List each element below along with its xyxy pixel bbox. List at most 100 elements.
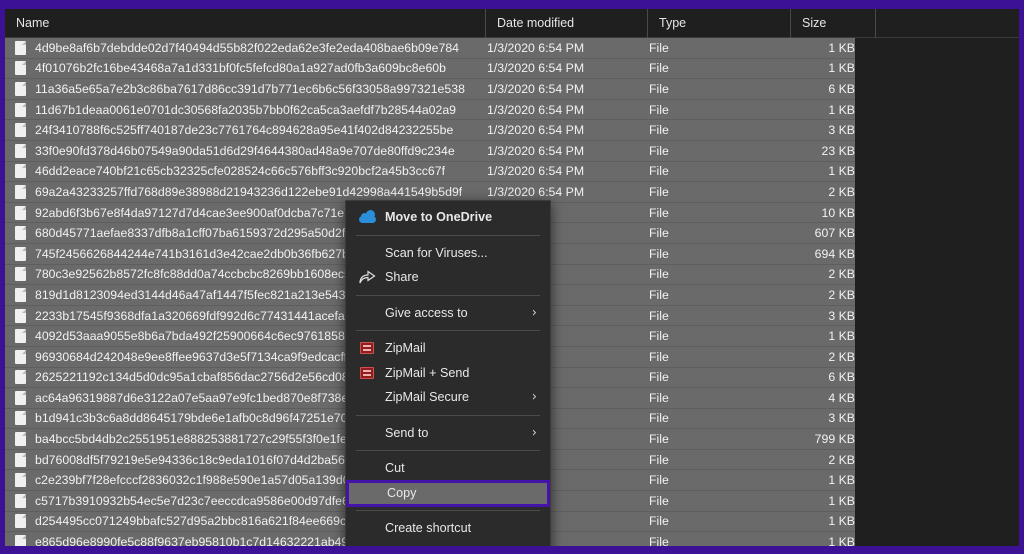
menu-separator (356, 450, 540, 451)
table-row[interactable]: 46dd2eace740bf21c65cb32325cfe028524c66c5… (5, 161, 855, 183)
context-menu[interactable]: Move to OneDrive Scan for Viruses... Share… (345, 200, 551, 546)
menu-item-zipmail[interactable]: ZipMail (346, 336, 550, 361)
menu-item-label: ZipMail (385, 341, 426, 356)
column-header-size-label: Size (802, 16, 827, 30)
cell-date-modified: 1/3/2020 6:54 PM (487, 143, 585, 158)
cell-type: File (649, 390, 669, 405)
file-name-label: bd76008df5f79219e5e94336c18c9eda1016f07d… (35, 452, 366, 467)
top-marker-icon: ˇˇ (248, 0, 264, 3)
cell-type: File (649, 308, 669, 323)
cell-size: 4 KB (828, 390, 855, 405)
screen-capture: Name Date modified Type Size 4d9be8af6b7… (0, 0, 1024, 554)
file-name-label: ac64a96319887d6e3122a07e5aa97e9fc1bed870… (35, 390, 369, 405)
cell-size: 1 KB (828, 514, 855, 529)
file-icon (15, 370, 26, 385)
file-name-label: 4092d53aaa9055e8b6a7bda492f25900664c6ec9… (35, 329, 366, 344)
file-name-label: 680d45771aefae8337dfb8a1cff07ba6159372d2… (35, 226, 359, 241)
menu-item-label: Move to OneDrive (385, 210, 493, 225)
file-icon (15, 493, 26, 508)
menu-item-scan-for-viruses[interactable]: Scan for Viruses... (346, 241, 550, 266)
cell-type: File (649, 226, 669, 241)
cell-name: 11d67b1deaa0061e0701dc30568fa2035b7bb0f6… (5, 102, 486, 117)
cell-type: File (649, 184, 669, 199)
table-row[interactable]: 24f3410788f6c525ff740187de23c7761764c894… (5, 120, 855, 141)
cell-name: 69a2a43233257ffd768d89e38988d21943236d12… (5, 184, 486, 199)
table-row[interactable]: 11a36a5e65a7e2b3c86ba7617d86cc391d7b771e… (5, 79, 855, 100)
cell-type: File (649, 246, 669, 261)
cell-name: 46dd2eace740bf21c65cb32325cfe028524c66c5… (5, 164, 486, 179)
file-icon (15, 411, 26, 426)
column-header-date-label: Date modified (497, 16, 575, 30)
menu-item-give-access-to[interactable]: Give access to › (346, 301, 550, 326)
cell-type: File (649, 267, 669, 282)
menu-item-copy[interactable]: Copy (346, 479, 550, 507)
cell-size: 799 KB (814, 432, 855, 447)
file-icon (15, 267, 26, 282)
menu-item-send-to[interactable]: Send to › (346, 421, 550, 446)
cell-size: 23 KB (821, 143, 856, 158)
cell-name: 11a36a5e65a7e2b3c86ba7617d86cc391d7b771e… (5, 81, 486, 96)
file-name-label: c5717b3910932b54ec5e7d23c7eeccdca9586e00… (35, 493, 370, 508)
table-row[interactable]: 33f0e90fd378d46b07549a90da51d6d29f464438… (5, 140, 856, 162)
menu-item-cut[interactable]: Cut (346, 456, 550, 481)
cell-size: 2 KB (828, 184, 855, 199)
share-icon (358, 269, 376, 285)
cell-type: File (649, 493, 669, 508)
column-header-type-label: Type (659, 16, 687, 30)
file-name-label: 69a2a43233257ffd768d89e38988d21943236d12… (35, 184, 463, 199)
cell-type: File (649, 81, 669, 96)
menu-item-create-shortcut[interactable]: Create shortcut (346, 516, 550, 541)
menu-item-share[interactable]: Share (346, 265, 550, 290)
cell-size: 3 KB (828, 308, 855, 323)
menu-item-zipmail-send[interactable]: ZipMail + Send (346, 361, 550, 386)
file-icon (15, 102, 26, 117)
cell-name: 33f0e90fd378d46b07549a90da51d6d29f464438… (5, 143, 486, 158)
cell-type: File (649, 514, 669, 529)
menu-item-zipmail-secure[interactable]: ZipMail Secure › (346, 385, 550, 410)
column-header-size[interactable]: Size (791, 9, 876, 38)
table-row[interactable]: 4f01076b2fc16be43468a7a1d331bf0fc5fefcd8… (5, 58, 855, 80)
cell-size: 1 KB (828, 102, 855, 117)
file-icon (15, 246, 26, 261)
table-row[interactable]: 4d9be8af6b7debdde02d7f40494d55b82f022eda… (5, 38, 855, 59)
zipmail-icon (358, 340, 376, 356)
chevron-right-icon: › (531, 425, 537, 441)
file-name-label: ba4bcc5bd4db2c2551951e888253881727c29f55… (35, 432, 361, 447)
column-header-name[interactable]: Name (5, 9, 486, 38)
file-name-label: 2233b17545f9368dfa1a320669fdf992d6c77431… (35, 308, 366, 323)
cell-type: File (649, 287, 669, 302)
cell-size: 607 KB (814, 226, 855, 241)
file-name-label: 819d1d8123094ed3144d46a47af1447f5fec821a… (35, 287, 362, 302)
menu-item-label: Scan for Viruses... (385, 245, 488, 260)
file-icon (15, 452, 26, 467)
file-icon (15, 164, 26, 179)
cell-size: 6 KB (828, 370, 855, 385)
file-icon (15, 287, 26, 302)
cell-size: 10 KB (821, 205, 856, 220)
cell-type: File (649, 205, 669, 220)
cell-name: 4d9be8af6b7debdde02d7f40494d55b82f022eda… (5, 40, 486, 55)
cell-name: 4f01076b2fc16be43468a7a1d331bf0fc5fefcd8… (5, 61, 486, 76)
menu-item-label: Create shortcut (385, 520, 472, 535)
cell-date-modified: 1/3/2020 6:54 PM (487, 61, 585, 76)
menu-separator (356, 234, 540, 236)
menu-item-move-to-onedrive[interactable]: Move to OneDrive (346, 205, 550, 230)
cell-type: File (649, 61, 669, 76)
file-name-label: 4d9be8af6b7debdde02d7f40494d55b82f022eda… (35, 40, 460, 55)
menu-item-delete[interactable]: Delete (346, 540, 550, 546)
column-header-type[interactable]: Type (648, 9, 791, 38)
file-icon (15, 123, 26, 138)
table-row[interactable]: 11d67b1deaa0061e0701dc30568fa2035b7bb0f6… (5, 99, 855, 121)
cell-size: 2 KB (828, 349, 855, 364)
file-name-label: d254495cc071249bbafc527d95a2bbc816a621f8… (35, 514, 366, 529)
menu-item-label: Copy (387, 486, 417, 500)
menu-separator (356, 294, 540, 296)
column-header-date-modified[interactable]: Date modified (486, 9, 648, 38)
file-name-label: 4f01076b2fc16be43468a7a1d331bf0fc5fefcd8… (35, 61, 446, 76)
file-name-label: e865d96e8990fe5c88f9637eb95810b1c7d14632… (35, 535, 362, 546)
cell-size: 3 KB (828, 123, 855, 138)
cell-type: File (649, 164, 669, 179)
file-icon (15, 390, 26, 405)
cell-type: File (649, 123, 669, 138)
file-icon (15, 81, 26, 96)
